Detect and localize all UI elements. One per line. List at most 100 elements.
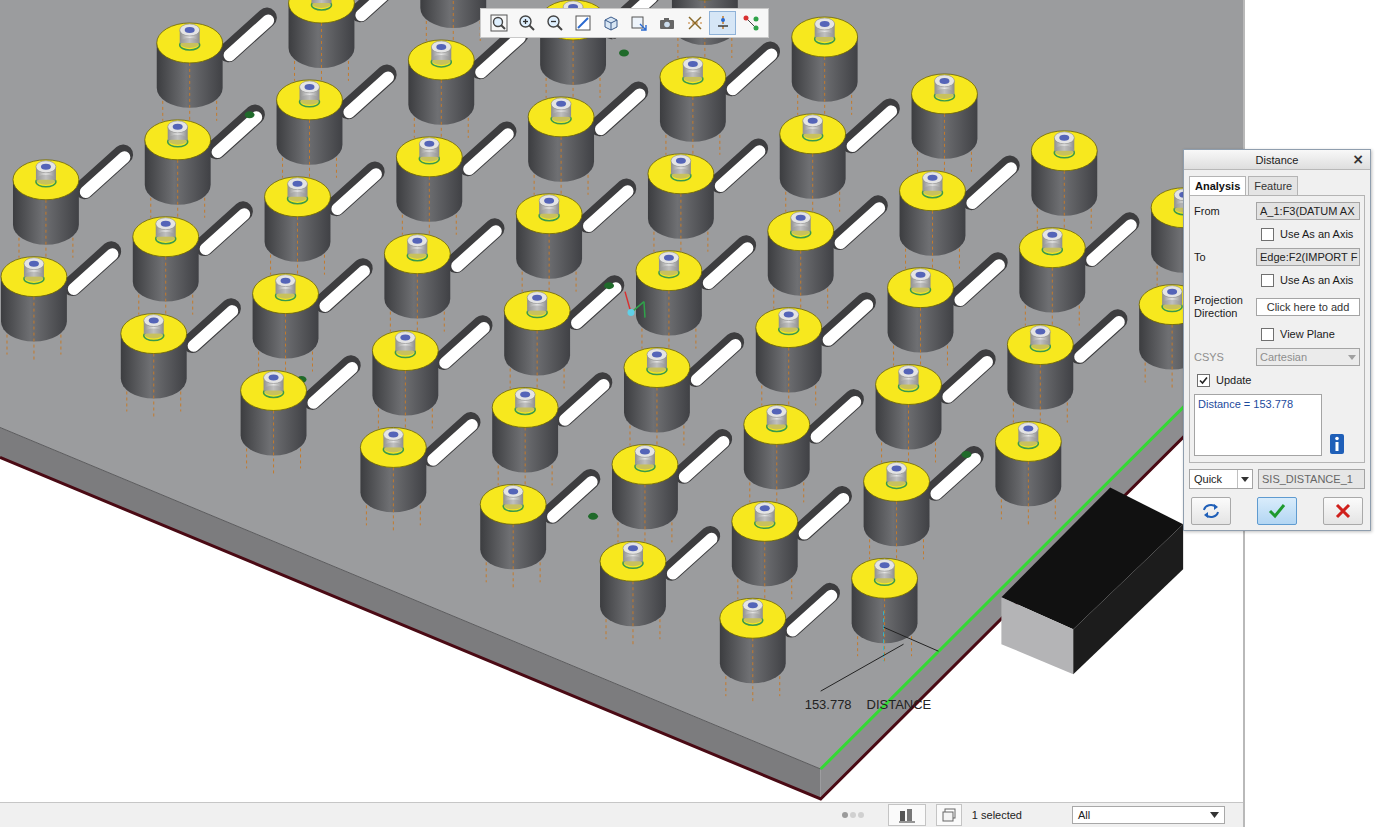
fixture-cylinder[interactable] [1007,325,1073,430]
selected-edge[interactable] [821,348,1243,769]
datum-point[interactable] [245,111,255,118]
toolbar-button[interactable] [737,11,764,35]
checkbox[interactable] [1261,228,1274,241]
scene[interactable]: 153.778DISTANCE [0,0,1243,802]
toolbar-button[interactable] [653,11,680,35]
distance-annotation[interactable]: 153.778DISTANCE [805,611,939,712]
fixture-cylinder[interactable] [13,160,79,265]
toolbar-button[interactable] [625,11,652,35]
fixture-cylinder[interactable] [133,217,199,322]
toolbar-button[interactable] [569,11,596,35]
fixture-cylinder[interactable] [732,501,798,606]
ok-button[interactable] [1257,497,1297,525]
fixture-cylinder[interactable] [912,74,978,179]
checkbox-row[interactable]: View Plane [1194,325,1360,343]
fixture-cylinder[interactable] [780,114,846,219]
fixture-cylinder[interactable] [265,177,331,282]
fixture-cylinder[interactable] [876,365,942,470]
datum-point[interactable] [619,49,629,56]
fixture-cylinder[interactable] [372,331,438,436]
fixture-cylinder[interactable] [648,154,714,259]
fixture-cylinder[interactable] [744,404,810,509]
plate-slot [322,157,389,220]
dialog-tab[interactable]: Analysis [1189,176,1246,195]
toolbar-button[interactable] [513,11,540,35]
checkbox-row[interactable]: Use As an Axis [1194,225,1360,243]
toolbar-button[interactable] [681,11,708,35]
filter-dropdown[interactable]: All [1072,806,1225,824]
selection-filter-icon[interactable] [888,804,926,826]
plate-slot [789,482,856,545]
toolbar-tool-icon [714,14,732,32]
fixture-cylinder[interactable] [408,40,474,145]
fixture-cylinder[interactable] [900,171,966,276]
fixture-cylinder[interactable] [720,598,786,703]
fixture-cylinder[interactable] [1031,131,1097,236]
fixture-cylinder[interactable] [480,484,546,589]
fixture-cylinder[interactable] [289,0,355,88]
dropdown-arrow-icon [1241,477,1249,482]
fixture-cylinder[interactable] [852,558,918,663]
info-icon[interactable] [1330,434,1344,454]
projection-collector[interactable]: Click here to add [1256,298,1360,316]
fixture-cylinder[interactable] [1019,228,1085,333]
datum-point[interactable] [604,282,614,289]
fixture-cylinder[interactable] [145,120,211,225]
toolbar-button[interactable] [485,11,512,35]
toolbar-button[interactable] [541,11,568,35]
main-area: 153.778DISTANCE 1 selected All [0,0,1379,827]
dialog-titlebar[interactable]: Distance × [1184,150,1370,170]
update-checkbox[interactable] [1197,374,1210,387]
fixture-cylinder[interactable] [528,97,594,202]
fixture-cylinder[interactable] [792,17,858,122]
fixture-cylinder[interactable] [360,427,426,532]
model-view[interactable]: 153.778DISTANCE [0,0,1243,802]
checkbox[interactable] [1261,274,1274,287]
fixture-cylinder[interactable] [995,421,1061,526]
fixture-cylinder[interactable] [756,308,822,413]
fixture-cylinder[interactable] [768,211,834,316]
fixture-cylinder[interactable] [1,257,67,362]
selection-buffer-icon[interactable] [936,804,962,826]
checkbox[interactable] [1261,328,1274,341]
fixture-cylinder[interactable] [864,461,930,566]
reference-field[interactable]: A_1:F3(DATUM AX [1256,202,1360,220]
mode-dropdown[interactable]: Quick [1189,469,1253,489]
fixture-cylinder[interactable] [253,274,319,379]
update-row[interactable]: Update [1194,371,1360,389]
toolbar-button[interactable] [709,11,736,35]
csys-dropdown: Cartesian [1256,348,1360,366]
fixture-cylinder[interactable] [121,314,187,419]
fixture-cylinder[interactable] [660,57,726,162]
fixture-cylinder[interactable] [277,80,343,185]
fixture-cylinder[interactable] [492,388,558,493]
close-button[interactable]: × [1350,151,1366,167]
fixture-cylinder[interactable] [384,234,450,339]
plate-bottom-edge [0,378,1243,799]
fixture-cylinder[interactable] [888,268,954,373]
fixture-cylinder[interactable] [636,251,702,356]
dialog-tab[interactable]: Feature [1248,176,1298,195]
fixture-cylinder[interactable] [612,444,678,549]
projection-row: Projection Direction Click here to add [1194,294,1360,320]
datum-point[interactable] [961,451,971,458]
fixture-cylinder[interactable] [157,23,223,128]
toolbar-tool-icon [490,14,508,32]
reference-field[interactable]: Edge:F2(IMPORT F [1256,248,1360,266]
fixture-cylinder[interactable] [600,541,666,646]
plate-slot [430,311,497,374]
fixture-cylinder[interactable] [504,291,570,396]
distance-dialog: Distance × AnalysisFeature From A_1:F3(D… [1183,149,1371,531]
datum-point[interactable] [588,513,598,520]
fixture-cylinder[interactable] [241,371,307,476]
fixture-cylinder[interactable] [624,348,690,453]
fixture-cylinder[interactable] [396,137,462,242]
fixture-cylinder[interactable] [516,194,582,299]
cancel-button[interactable] [1323,497,1363,525]
save-row: Quick SIS_DISTANCE_1 [1189,469,1365,489]
distance-value: 153.778 [805,697,852,712]
analysis-name-field[interactable]: SIS_DISTANCE_1 [1258,469,1365,489]
toolbar-button[interactable] [597,11,624,35]
repeat-button[interactable] [1191,497,1231,525]
checkbox-row[interactable]: Use As an Axis [1194,271,1360,289]
